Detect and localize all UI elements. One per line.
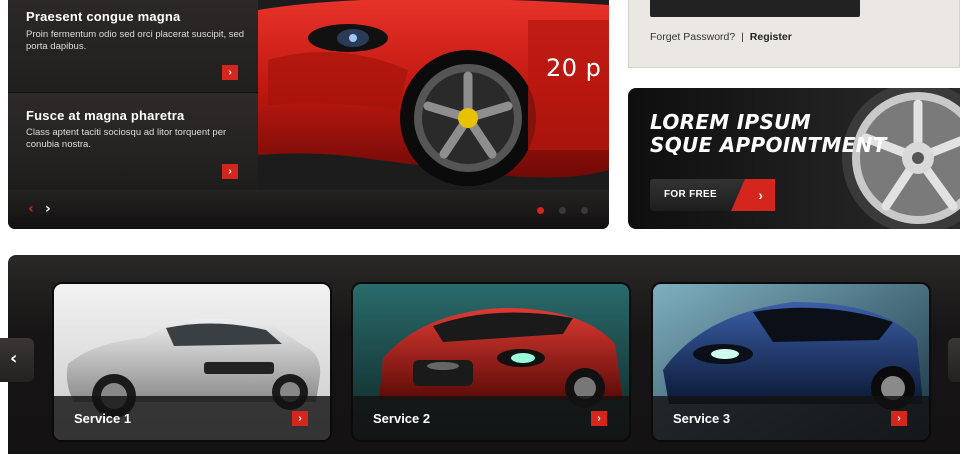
register-link[interactable]: Register [750,31,792,43]
chevron-left-icon: ‹ [10,348,18,369]
slide-dot[interactable] [537,207,544,214]
service-title: Service 1 [74,411,132,426]
promo-title-line1: LOREM IPSUM [650,110,811,134]
promo-title-line2: SQUE APPOINTMENT [650,133,887,157]
hero-slide-title: Fusce at magna pharetra [26,108,185,123]
cta-label: FOR FREE [664,189,717,200]
hero-slide-text: Class aptent taciti sociosqu ad litor to… [26,127,227,150]
hero-prev-icon[interactable]: ‹ [28,201,34,217]
slide-dot[interactable] [559,207,566,214]
service-card[interactable]: Service 2 › [353,284,629,440]
slide-dot[interactable] [581,207,588,214]
hero-next-icon[interactable]: › [45,201,51,217]
hero-nav-bar: ‹ › [8,190,609,229]
forgot-password-link[interactable]: Forget Password? [650,31,735,43]
service-card[interactable]: Service 1 › [54,284,330,440]
read-more-button[interactable]: › [222,65,238,80]
services-carousel: ‹ Service 1 › Service 2 › Service 3 › [0,255,960,454]
hero-slider: Praesent congue magna Proin fermentum od… [8,0,609,229]
hero-slide-item[interactable]: Fusce at magna pharetra Class aptent tac… [8,94,258,190]
service-title: Service 3 [673,411,731,426]
service-card[interactable]: Service 3 › [653,284,929,440]
read-more-button[interactable]: › [222,164,238,179]
login-links: Forget Password? | Register [650,31,792,43]
hero-slide-title: Praesent congue magna [26,9,181,24]
password-field[interactable] [650,0,860,17]
services-next-button[interactable] [948,338,960,382]
hero-caption: 20 p distance [546,54,609,82]
hero-slide-item[interactable]: Praesent congue magna Proin fermentum od… [8,0,258,93]
caption-main-text: 20 p [546,54,602,82]
service-more-button[interactable]: › [292,411,308,426]
hero-slide-list: Praesent congue magna Proin fermentum od… [8,0,258,190]
chevron-right-icon: › [731,179,775,211]
service-more-button[interactable]: › [891,411,907,426]
appointment-banner[interactable]: LOREM IPSUM SQUE APPOINTMENT FOR FREE › [628,88,960,229]
for-free-button[interactable]: FOR FREE › [650,179,775,211]
services-prev-button[interactable]: ‹ [0,338,34,382]
service-card-footer: Service 1 › [54,396,330,440]
service-title: Service 2 [373,411,431,426]
hero-car-image [258,0,609,190]
service-card-footer: Service 3 › [653,396,929,440]
link-separator: | [741,31,744,43]
service-card-footer: Service 2 › [353,396,629,440]
login-box: Forget Password? | Register [628,0,960,68]
service-more-button[interactable]: › [591,411,607,426]
red-car-illustration [258,0,609,190]
hero-slide-text: Proin fermentum odio sed orci placerat s… [26,29,245,52]
